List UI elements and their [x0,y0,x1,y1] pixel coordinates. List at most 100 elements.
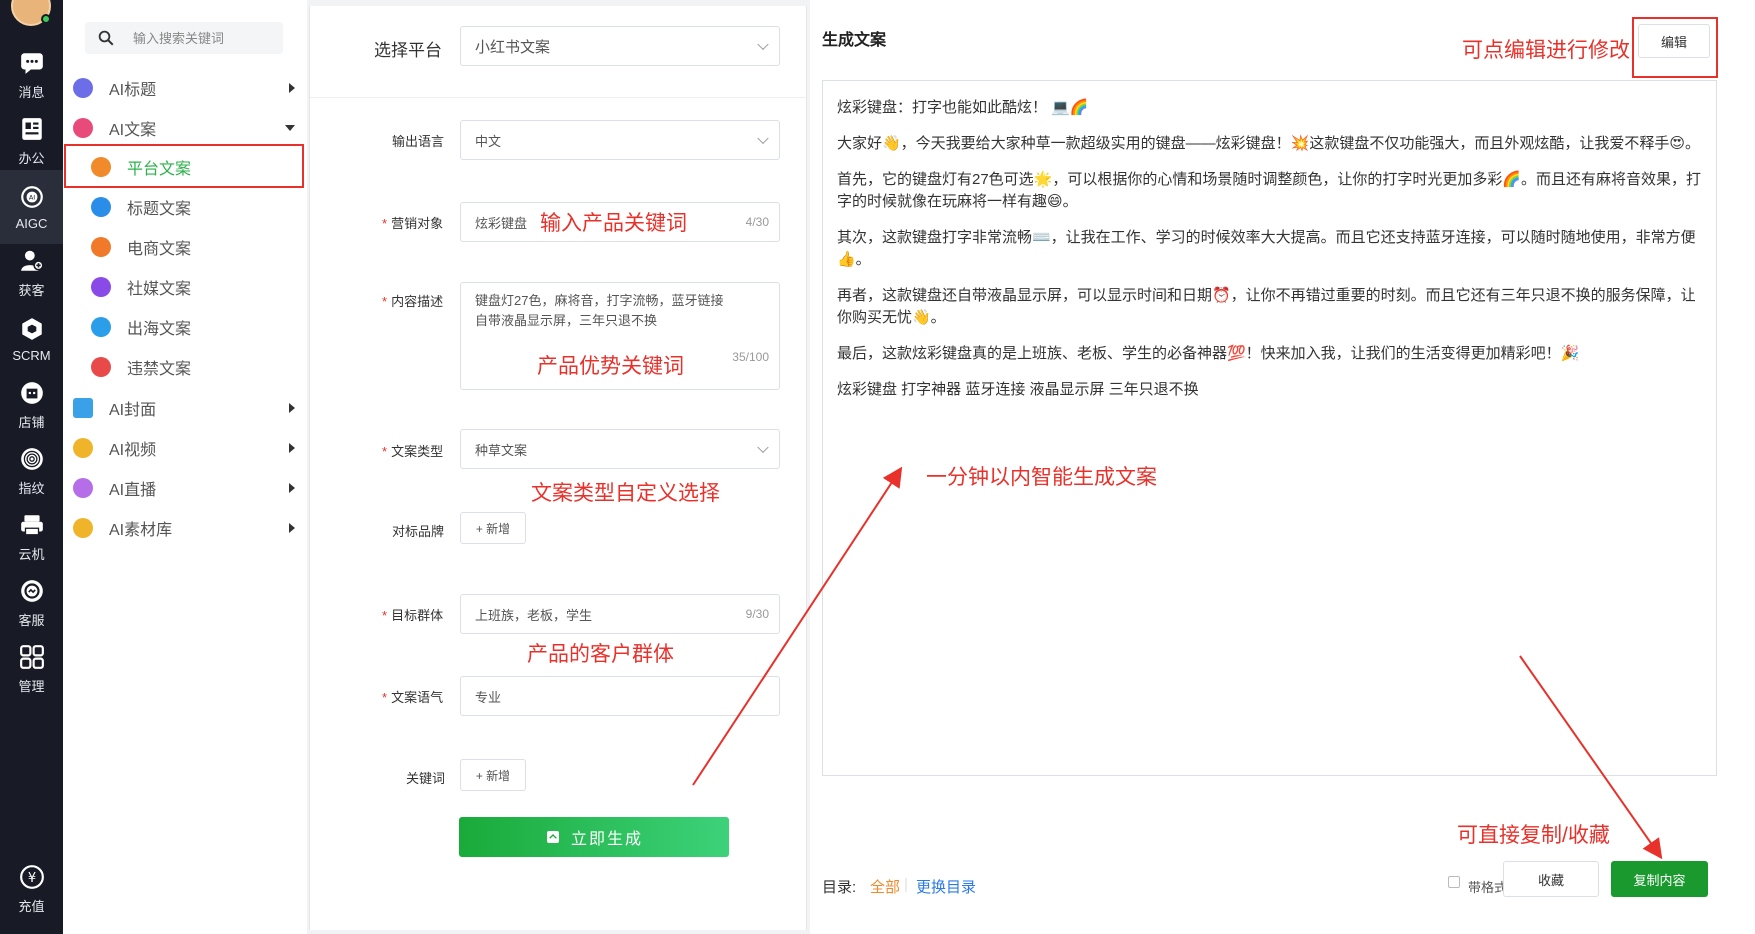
result-paragraph: 炫彩键盘：打字也能如此酷炫！ 💻🌈 [837,99,1089,116]
change-catalog-link[interactable]: 更换目录 [916,876,976,897]
favorite-button[interactable]: 收藏 [1503,861,1599,897]
ai-cover-icon [73,398,93,418]
annotation-copy-hint: 可直接复制/收藏 [1457,824,1610,847]
rail-label: 指纹 [18,480,45,496]
menu-sub-ecommerce-copy[interactable]: 电商文案 [63,227,307,267]
rail-label: 店铺 [18,414,45,430]
rail-item-manage[interactable]: 管理 [0,632,63,706]
platform-select-value: 小红书文案 [475,38,551,56]
chevron-right-icon [289,483,295,493]
ai-live-icon [73,478,93,498]
menu-group-ai-copy[interactable]: AI文案 [63,108,307,148]
result-text-area[interactable]: 炫彩键盘：打字也能如此酷炫！ 💻🌈 大家好👋，今天我要给大家种草一款超级实用的键… [822,80,1717,776]
rail-item-fingerprint[interactable]: 指纹 [0,434,63,508]
tone-input-value: 专业 [475,689,502,705]
rail-label: 管理 [18,678,45,694]
menu-group-ai-live[interactable]: AI直播 [63,468,307,508]
tone-label: * 文案语气 [382,690,444,705]
rail-label: 获客 [18,282,45,298]
keyword-label: 关键词 [406,771,446,786]
rail-label: SCRM [12,347,51,363]
result-paragraph: 其次，这款键盘打字非常流畅⌨️，让我在工作、学习的时候效率大大提高。而且它还支持… [837,229,1696,268]
audience-label: * 目标群体 [382,608,444,623]
add-brand-button[interactable]: + 新增 [460,512,526,544]
rail-item-cloud-machine[interactable]: 云机 [0,500,63,574]
search-icon [98,30,114,46]
fingerprint-icon [20,447,43,470]
tone-label-text: 文案语气 [391,690,444,705]
menu-search[interactable] [85,22,283,54]
language-label: 输出语言 [392,134,445,149]
menu-group-ai-video[interactable]: AI视频 [63,428,307,468]
scrm-icon [21,317,42,340]
rail-item-office[interactable]: 办公 [0,104,63,178]
menu-sub-label: 社媒文案 [127,281,192,298]
menu-group-ai-cover[interactable]: AI封面 [63,388,307,428]
type-select-value: 种草文案 [475,442,528,458]
chevron-right-icon [289,403,295,413]
result-paragraph: 大家好👋，今天我要给大家种草一款超级实用的键盘——炫彩键盘！💥这款键盘不仅功能强… [837,135,1700,152]
annotation-generate-hint: 一分钟以内智能生成文案 [926,466,1157,489]
highlight-box-edit [1632,17,1718,78]
rail-item-scrm[interactable]: SCRM [0,302,63,376]
ai-title-icon [73,78,93,98]
language-select[interactable]: 中文 [460,120,780,160]
overseas-copy-icon [91,317,111,337]
audience-input[interactable]: 上班族，老板，学生 9/30 [460,594,780,634]
menu-group-label: AI封面 [109,402,157,419]
rail-item-recharge[interactable]: ¥ 充值 [0,852,63,926]
menu-sub-social-copy[interactable]: 社媒文案 [63,267,307,307]
menu-sub-overseas-copy[interactable]: 出海文案 [63,307,307,347]
rail-item-support[interactable]: 客服 [0,566,63,640]
rail-item-acquire[interactable]: 获客 [0,236,63,310]
annotation-advantage-hint: 产品优势关键词 [537,355,684,378]
menu-sub-label: 出海文案 [127,321,192,338]
desc-label-text: 内容描述 [391,294,444,309]
type-select[interactable]: 种草文案 [460,429,780,469]
menu-group-ai-title[interactable]: AI标题 [63,68,307,108]
audience-label-text: 目标群体 [391,608,444,623]
office-icon [21,117,42,140]
rail-item-aigc[interactable]: AI AIGC [0,170,63,244]
menu-sub-title-copy[interactable]: 标题文案 [63,187,307,227]
side-menu: AI标题 AI文案 平台文案 标题文案 电商文案 社媒文案 出海文案 违禁文案 … [63,0,307,934]
rail-label: 充值 [18,898,45,914]
menu-sub-banned-copy[interactable]: 违禁文案 [63,347,307,387]
catalog-all-link[interactable]: 全部 [870,876,900,897]
target-label: * 营销对象 [382,216,444,231]
ecommerce-copy-icon [91,237,111,257]
format-checkbox[interactable] [1448,876,1460,888]
highlight-box-platform-copy [64,144,304,188]
rail-label: AIGC [15,215,48,231]
annotation-edit-hint: 可点编辑进行修改 [1462,39,1630,62]
chevron-right-icon [289,443,295,453]
store-icon [20,381,43,404]
brand-label: 对标品牌 [392,524,445,539]
copy-form: 选择平台 小红书文案 输出语言 中文 * 营销对象 炫彩键盘 4/30 * 内容描述… [309,6,808,930]
platform-select[interactable]: 小红书文案 [460,26,780,66]
search-input[interactable] [131,29,271,47]
svg-text:AI: AI [28,193,34,201]
rail-item-store[interactable]: 店铺 [0,368,63,442]
platform-row: 选择平台 小红书文案 [310,6,808,98]
menu-group-ai-assets[interactable]: AI素材库 [63,508,307,548]
menu-sub-label: 标题文案 [127,201,192,218]
add-keyword-button[interactable]: + 新增 [460,759,526,791]
rail-item-messages[interactable]: 消息 [0,38,63,112]
online-status-dot [41,14,51,24]
chevron-right-icon [289,83,295,93]
chevron-down-icon [757,441,769,454]
tone-input[interactable]: 专业 [460,676,780,716]
catalog-divider: | [904,876,908,893]
app-rail: 消息 办公 AI AIGC 获客 SCRM 店铺 指纹 云机 客服 管理 ¥ 充… [0,0,63,934]
result-paragraph: 再者，这款键盘还自带液晶显示屏，可以显示时间和日期⏰，让你不再错过重要的时刻。而… [837,287,1696,326]
annotation-type-hint: 文案类型自定义选择 [531,482,720,505]
svg-text:¥: ¥ [27,870,35,885]
chevron-down-icon [757,38,769,51]
copy-button[interactable]: 复制内容 [1611,861,1708,897]
ai-video-icon [73,438,93,458]
generate-button[interactable]: 立即生成 [459,817,729,857]
audience-char-count: 9/30 [745,607,769,621]
chevron-down-icon [285,125,295,131]
target-label-text: 营销对象 [391,216,444,231]
